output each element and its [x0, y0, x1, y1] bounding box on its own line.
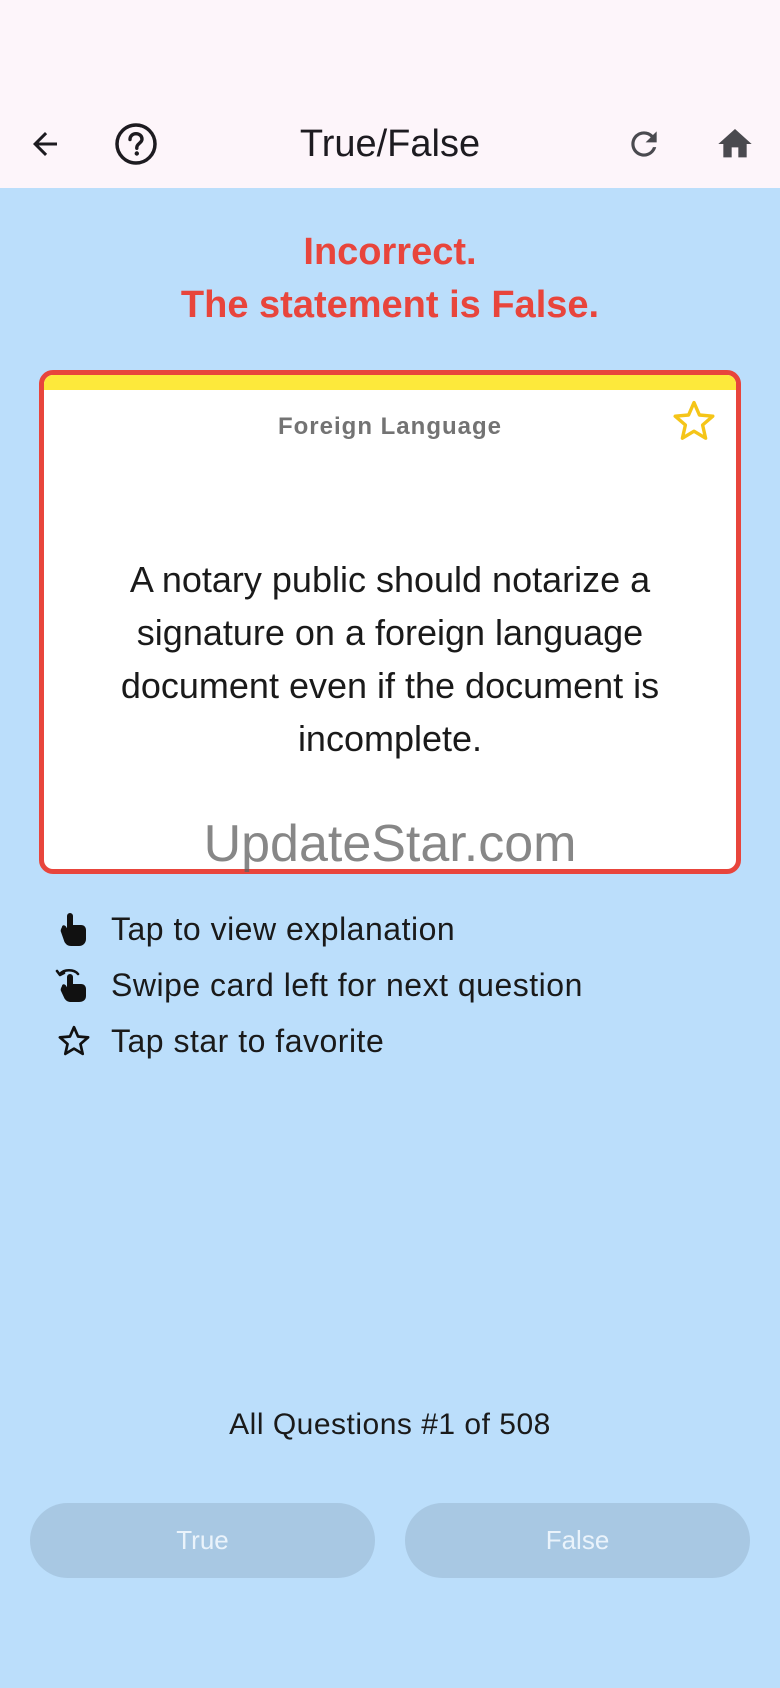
question-text: A notary public should notarize a signat… — [120, 559, 660, 759]
hint-text: Tap to view explanation — [111, 910, 456, 947]
true-button[interactable]: True — [30, 1503, 375, 1578]
refresh-icon — [631, 131, 657, 157]
card-category-stripe — [44, 375, 736, 390]
false-button[interactable]: False — [405, 1503, 750, 1578]
hint-favorite: Tap star to favorite — [52, 1013, 583, 1069]
help-button[interactable] — [106, 114, 166, 174]
result-line-answer: The statement is False. — [180, 284, 600, 326]
back-button[interactable] — [15, 114, 75, 174]
help-circle-icon — [115, 123, 157, 165]
back-arrow-icon — [33, 132, 57, 156]
question-card[interactable]: Foreign Language A notary public should … — [39, 370, 741, 874]
status-bar-area — [0, 0, 780, 100]
swipe-hand-icon — [52, 963, 96, 1007]
hint-text: Swipe card left for next question — [111, 966, 583, 1003]
home-button[interactable] — [705, 114, 765, 174]
hint-list: Tap to view explanation Swipe card left … — [52, 901, 583, 1069]
hint-swipe-next: Swipe card left for next question — [52, 957, 583, 1013]
result-line-incorrect: Incorrect. — [303, 231, 477, 273]
star-outline-icon — [52, 1019, 96, 1063]
question-counter: All Questions #1 of 508 — [229, 1408, 551, 1441]
card-category: Foreign Language — [277, 413, 502, 440]
result-message: Incorrect. The statement is False. — [0, 226, 780, 332]
home-icon — [718, 129, 752, 158]
page-title: True/False — [299, 123, 481, 165]
app-bar: True/False — [0, 100, 780, 188]
hint-tap-explanation: Tap to view explanation — [52, 901, 583, 957]
refresh-button[interactable] — [614, 114, 674, 174]
hint-text: Tap star to favorite — [111, 1022, 385, 1059]
favorite-star-icon[interactable] — [670, 397, 718, 445]
tap-hand-icon — [52, 907, 96, 951]
